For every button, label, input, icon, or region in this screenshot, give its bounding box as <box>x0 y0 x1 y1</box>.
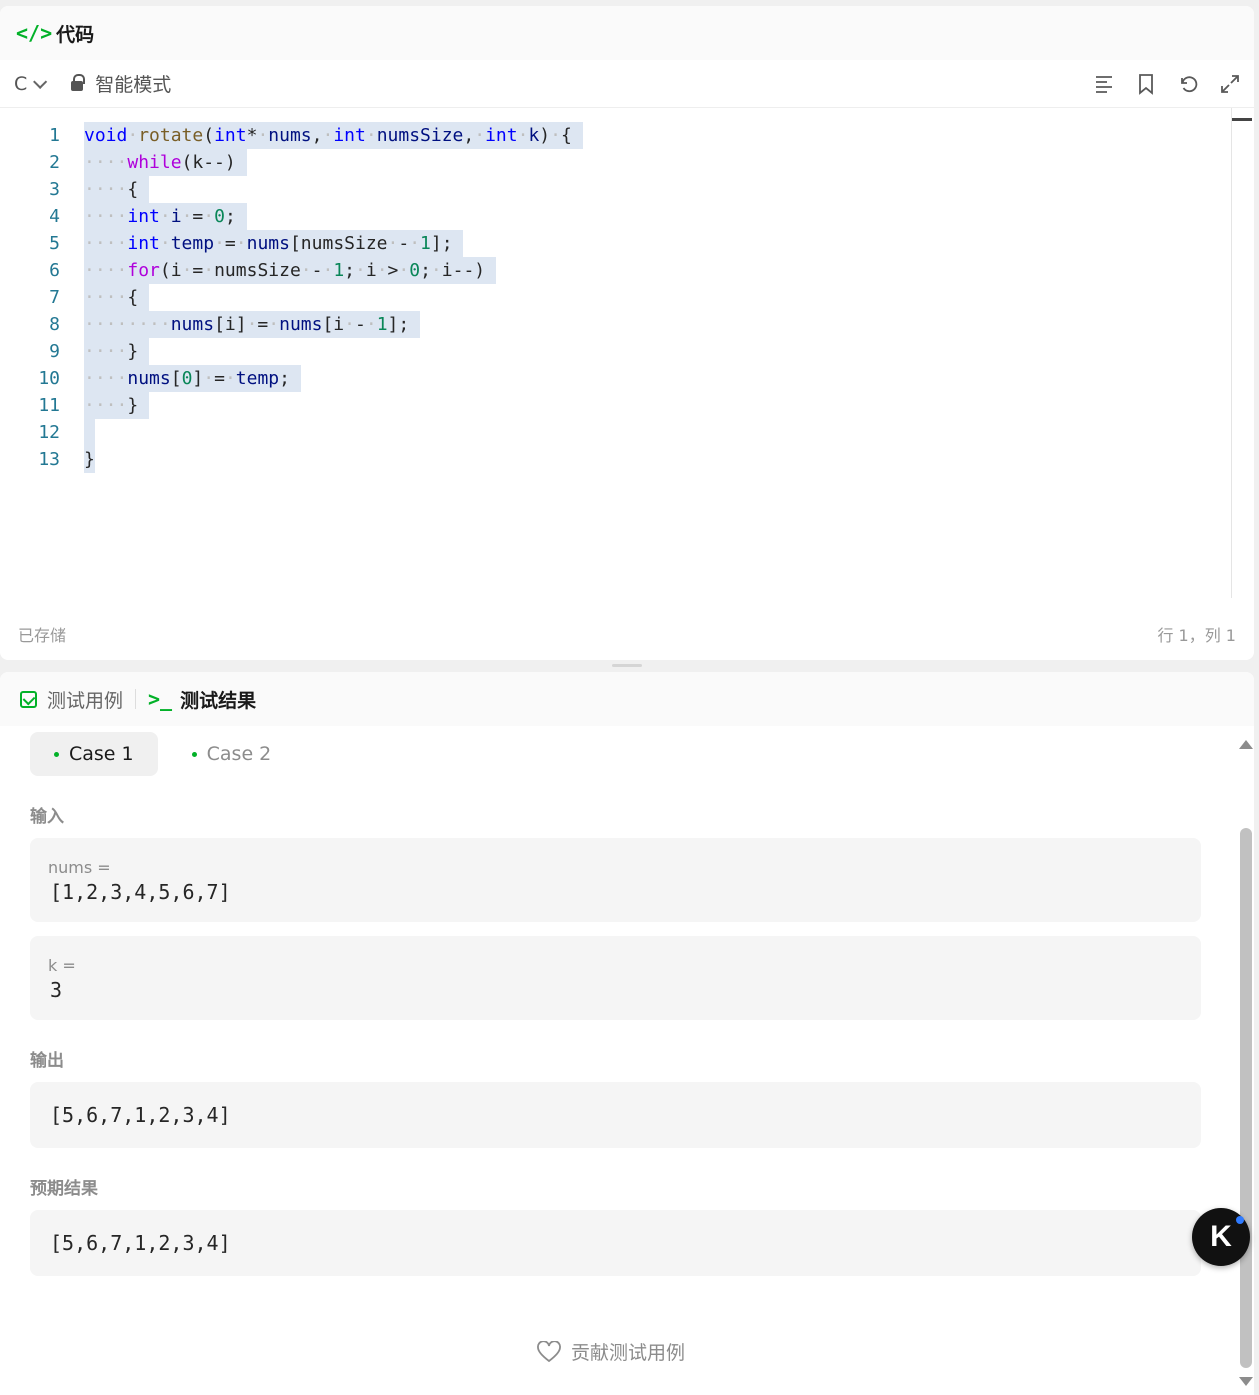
pass-dot-icon <box>191 751 197 757</box>
code-editor[interactable]: 1 void·rotate(int*·nums,·int·numsSize,·in… <box>0 108 1254 598</box>
floating-k-button[interactable]: K <box>1192 1208 1250 1266</box>
test-panel-tabs: 测试用例 >_ 测试结果 <box>0 672 1254 726</box>
chevron-down-icon <box>33 74 48 89</box>
contribute-test-case-button[interactable]: 贡献测试用例 <box>537 1338 685 1365</box>
bookmark-icon <box>1139 74 1153 95</box>
checkbox-icon <box>20 690 37 708</box>
expected-box: [5,6,7,1,2,3,4] <box>30 1210 1201 1276</box>
reset-button[interactable] <box>1176 72 1200 96</box>
output-box: [5,6,7,1,2,3,4] <box>30 1082 1201 1148</box>
smart-mode[interactable]: 智能模式 <box>71 70 171 97</box>
expected-label: 预期结果 <box>30 1179 98 1199</box>
scroll-up-arrow-icon[interactable] <box>1239 740 1253 749</box>
tab-test-cases[interactable]: 测试用例 <box>20 686 123 713</box>
lock-icon <box>71 74 86 91</box>
test-panel: 测试用例 >_ 测试结果 Case 1 Case 2 输入 nums = [1,… <box>0 672 1254 1395</box>
cursor-position: 行 1，列 1 <box>1157 626 1236 645</box>
test-panel-scrollbar[interactable] <box>1239 736 1253 1386</box>
expand-icon <box>1221 75 1239 93</box>
undo-icon <box>1181 76 1198 93</box>
tab-test-cases-label: 测试用例 <box>47 689 124 712</box>
tab-test-results-label: 测试结果 <box>180 689 257 712</box>
code-panel-header: </> 代码 <box>0 6 1254 60</box>
k-logo-icon: K <box>1210 1220 1232 1253</box>
input-label: 输入 <box>30 807 64 827</box>
input-var-name: k = <box>48 956 76 975</box>
code-icon: </> <box>16 21 53 45</box>
notification-dot <box>1236 1216 1244 1224</box>
case-tab-label: Case 2 <box>206 743 272 765</box>
mode-label: 智能模式 <box>95 74 172 96</box>
input-var-value: [1,2,3,4,5,6,7] <box>50 880 231 904</box>
output-label: 输出 <box>30 1051 64 1071</box>
contribute-label: 贡献测试用例 <box>571 1342 686 1364</box>
input-box-nums: nums = [1,2,3,4,5,6,7] <box>30 838 1201 922</box>
editor-scrollbar-track <box>1231 108 1232 598</box>
format-icon <box>1096 76 1112 93</box>
scrollbar-thumb[interactable] <box>1240 828 1252 1368</box>
input-box-k: k = 3 <box>30 936 1201 1020</box>
editor-tool-icons <box>1092 60 1242 108</box>
language-select[interactable]: C <box>14 72 48 95</box>
heart-icon <box>537 1340 561 1362</box>
editor-toolbar: C 智能模式 <box>0 60 1254 108</box>
scroll-down-arrow-icon[interactable] <box>1239 1377 1253 1386</box>
tab-divider <box>135 689 137 709</box>
fullscreen-button[interactable] <box>1218 72 1242 96</box>
code-panel-title: 代码 <box>56 23 95 46</box>
editor-status-bar: 已存储 行 1，列 1 <box>0 608 1254 660</box>
format-button[interactable] <box>1092 72 1116 96</box>
save-status: 已存储 <box>18 626 67 645</box>
input-var-value: 3 <box>50 978 63 1002</box>
output-value: [5,6,7,1,2,3,4] <box>50 1103 231 1127</box>
terminal-icon: >_ <box>148 687 173 711</box>
bookmark-button[interactable] <box>1134 72 1158 96</box>
code-panel: </> 代码 C 智能模式 1 void·rotate(int*·nums,·i… <box>0 6 1254 660</box>
panel-resize-handle[interactable] <box>612 664 642 667</box>
editor-scrollbar[interactable] <box>1232 118 1252 121</box>
tab-test-results[interactable]: >_ 测试结果 <box>148 686 256 713</box>
case-tabs: Case 1 Case 2 <box>30 732 1201 776</box>
expected-value: [5,6,7,1,2,3,4] <box>50 1231 231 1255</box>
input-var-name: nums = <box>48 858 111 877</box>
test-results-body: Case 1 Case 2 输入 nums = [1,2,3,4,5,6,7] … <box>30 732 1201 1276</box>
language-label: C <box>14 72 28 95</box>
case-tab-2[interactable]: Case 2 <box>168 732 296 776</box>
case-tab-1[interactable]: Case 1 <box>30 732 158 776</box>
pass-dot-icon <box>54 751 59 757</box>
case-tab-label: Case 1 <box>69 743 134 765</box>
